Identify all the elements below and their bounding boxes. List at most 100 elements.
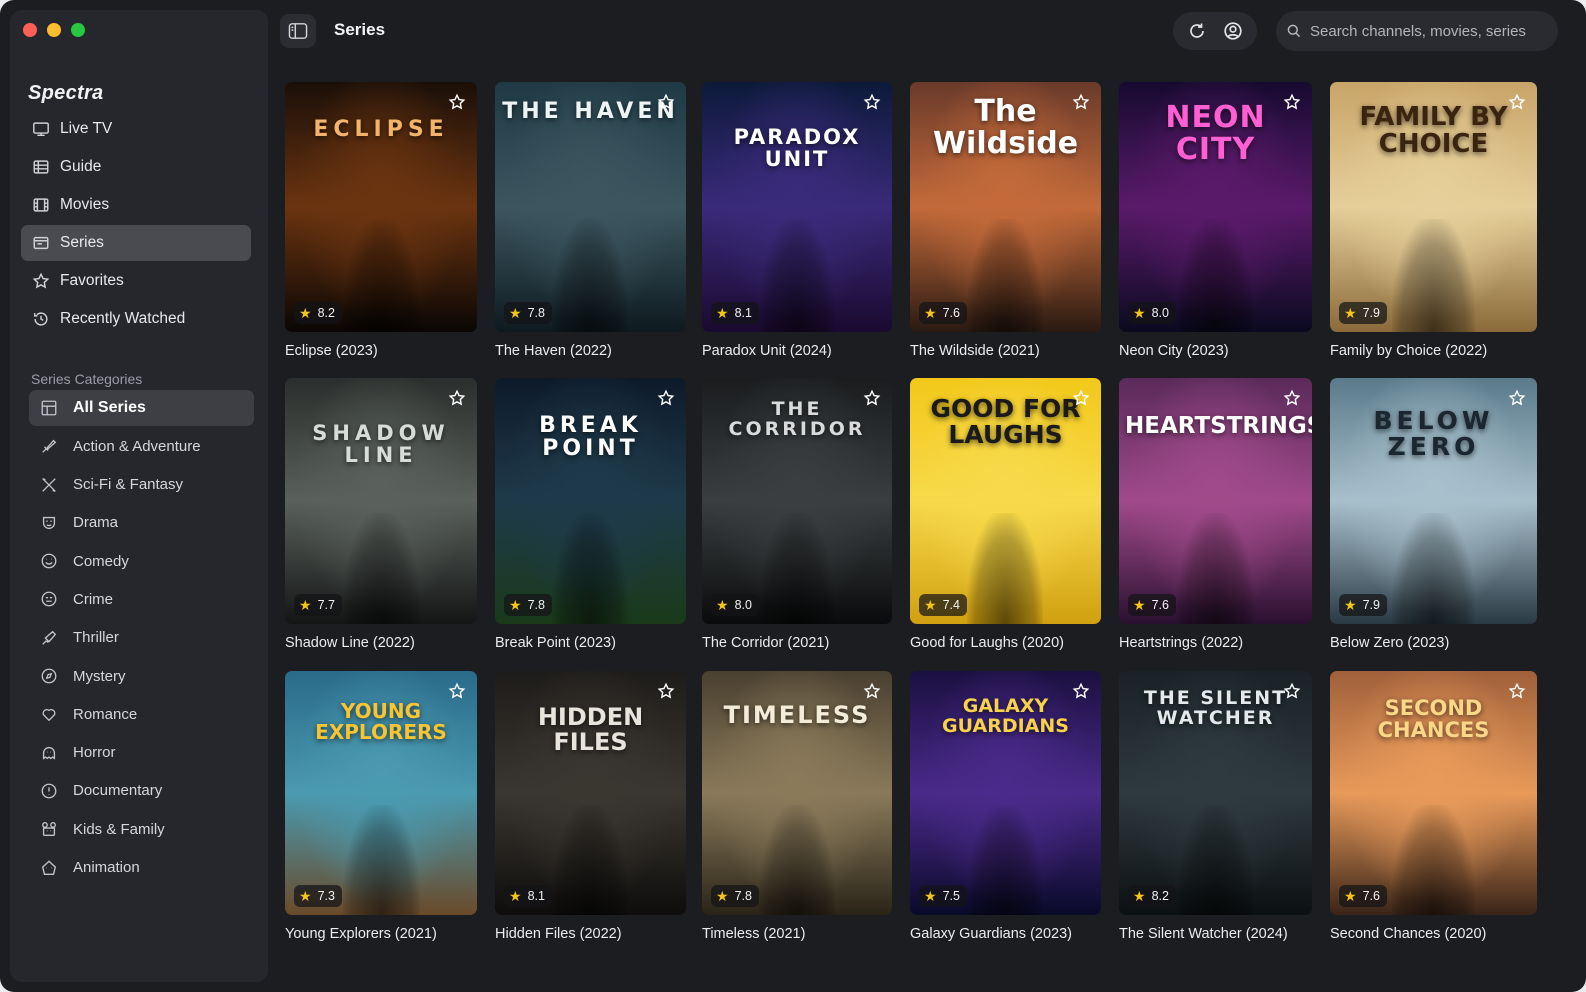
minimize-window-button[interactable] <box>47 23 61 37</box>
favorite-button[interactable] <box>447 92 467 112</box>
favorite-button[interactable] <box>862 388 882 408</box>
rating-star-icon: ★ <box>1133 304 1146 321</box>
rating-star-icon: ★ <box>1344 304 1357 321</box>
close-window-button[interactable] <box>23 23 37 37</box>
favorite-button[interactable] <box>1071 681 1091 701</box>
series-title[interactable]: Good for Laughs (2020) <box>910 635 1064 651</box>
favorite-button[interactable] <box>447 388 467 408</box>
poster-image[interactable]: ECLIPSE ★ 8.2 <box>285 82 477 332</box>
refresh-button[interactable] <box>1183 17 1211 45</box>
category-crime[interactable]: Crime <box>29 581 254 617</box>
series-title[interactable]: The Haven (2022) <box>495 343 612 359</box>
category-comedy[interactable]: Comedy <box>29 543 254 579</box>
series-title[interactable]: Shadow Line (2022) <box>285 635 415 651</box>
category-mystery[interactable]: Mystery <box>29 658 254 694</box>
favorite-button[interactable] <box>862 681 882 701</box>
poster-image[interactable]: SHADOW LINE ★ 7.7 <box>285 378 477 624</box>
poster-image[interactable]: BELOW ZERO ★ 7.9 <box>1330 378 1537 624</box>
sidebar-item-live-tv[interactable]: Live TV <box>21 111 251 147</box>
poster-artwork <box>967 219 1043 332</box>
zoom-window-button[interactable] <box>71 23 85 37</box>
rating-badge: ★ 8.0 <box>1128 302 1176 324</box>
series-title[interactable]: The Silent Watcher (2024) <box>1119 926 1288 942</box>
category-thriller[interactable]: Thriller <box>29 620 254 656</box>
poster-image[interactable]: FAMILY BY CHOICE ★ 7.9 <box>1330 82 1537 332</box>
animation-icon <box>39 858 59 878</box>
sidebar-item-label: Recently Watched <box>60 310 186 327</box>
favorite-button[interactable] <box>656 388 676 408</box>
poster-image[interactable]: GALAXY GUARDIANS ★ 7.5 <box>910 671 1101 915</box>
series-title[interactable]: Young Explorers (2021) <box>285 926 437 942</box>
series-title[interactable]: Hidden Files (2022) <box>495 926 622 942</box>
poster-image[interactable]: TIMELESS ★ 7.8 <box>702 671 892 915</box>
series-title[interactable]: Below Zero (2023) <box>1330 635 1449 651</box>
series-title[interactable]: Heartstrings (2022) <box>1119 635 1243 651</box>
poster-image[interactable]: YOUNG EXPLORERS ★ 7.3 <box>285 671 477 915</box>
poster-image[interactable]: The Wildside ★ 7.6 <box>910 82 1101 332</box>
poster-image[interactable]: THE HAVEN ★ 7.8 <box>495 82 686 332</box>
favorite-button[interactable] <box>1507 388 1527 408</box>
series-title[interactable]: Family by Choice (2022) <box>1330 343 1487 359</box>
comedy-icon <box>39 551 59 571</box>
poster-image[interactable]: THE CORRIDOR ★ 8.0 <box>702 378 892 624</box>
poster-title: FAMILY BY CHOICE <box>1359 102 1508 160</box>
search-icon <box>1287 24 1301 38</box>
rating-star-icon: ★ <box>1344 596 1357 613</box>
category-drama[interactable]: Drama <box>29 505 254 541</box>
poster-image[interactable]: PARADOX UNIT ★ 8.1 <box>702 82 892 332</box>
series-title[interactable]: Eclipse (2023) <box>285 343 378 359</box>
rating-badge: ★ 7.3 <box>294 885 342 907</box>
favorite-button[interactable] <box>656 681 676 701</box>
sidebar-item-guide[interactable]: Guide <box>21 149 251 185</box>
favorite-button[interactable] <box>862 92 882 112</box>
series-title[interactable]: Timeless (2021) <box>702 926 805 942</box>
category-kids-family[interactable]: Kids & Family <box>29 811 254 847</box>
series-title[interactable]: Galaxy Guardians (2023) <box>910 926 1072 942</box>
sidebar-item-recently-watched[interactable]: Recently Watched <box>21 301 251 337</box>
poster-artwork <box>343 219 420 332</box>
favorite-button[interactable] <box>1071 92 1091 112</box>
poster-artwork <box>552 513 628 624</box>
favorite-button[interactable] <box>1507 681 1527 701</box>
rating-star-icon: ★ <box>716 596 729 613</box>
sidebar-item-label: Movies <box>60 196 110 213</box>
favorite-button[interactable] <box>1282 681 1302 701</box>
profile-button[interactable] <box>1219 17 1247 45</box>
series-title[interactable]: The Wildside (2021) <box>910 343 1040 359</box>
poster-image[interactable]: HEARTSTRINGS ★ 7.6 <box>1119 378 1312 624</box>
sidebar-item-label: Series <box>60 234 104 251</box>
series-title[interactable]: Paradox Unit (2024) <box>702 343 832 359</box>
series-title[interactable]: Second Chances (2020) <box>1330 926 1486 942</box>
sidebar-item-movies[interactable]: Movies <box>21 187 251 223</box>
poster-image[interactable]: HIDDEN FILES ★ 8.1 <box>495 671 686 915</box>
rating-badge: ★ 7.7 <box>294 594 342 616</box>
favorite-button[interactable] <box>1507 92 1527 112</box>
poster-image[interactable]: SECOND CHANCES ★ 7.6 <box>1330 671 1537 915</box>
sidebar-toggle-button[interactable] <box>280 14 316 48</box>
favorite-button[interactable] <box>447 681 467 701</box>
poster-image[interactable]: THE SILENT WATCHER ★ 8.2 <box>1119 671 1312 915</box>
favorite-button[interactable] <box>656 92 676 112</box>
sidebar-item-favorites[interactable]: Favorites <box>21 263 251 299</box>
series-title[interactable]: Break Point (2023) <box>495 635 616 651</box>
series-title[interactable]: The Corridor (2021) <box>702 635 829 651</box>
category-horror[interactable]: Horror <box>29 735 254 771</box>
poster-image[interactable]: GOOD FOR LAUGHS ★ 7.4 <box>910 378 1101 624</box>
category-romance[interactable]: Romance <box>29 696 254 732</box>
category-all-series[interactable]: All Series <box>29 390 254 426</box>
category-scifi-fantasy[interactable]: Sci-Fi & Fantasy <box>29 467 254 503</box>
poster-artwork <box>1392 219 1475 332</box>
sidebar-item-series[interactable]: Series <box>21 225 251 261</box>
series-title[interactable]: Neon City (2023) <box>1119 343 1229 359</box>
favorite-button[interactable] <box>1071 388 1091 408</box>
category-documentary[interactable]: Documentary <box>29 773 254 809</box>
category-animation[interactable]: Animation <box>29 850 254 886</box>
favorite-button[interactable] <box>1282 92 1302 112</box>
search-input[interactable] <box>1310 22 1550 40</box>
favorite-button[interactable] <box>1282 388 1302 408</box>
poster-image[interactable]: BREAK POINT ★ 7.8 <box>495 378 686 624</box>
rating-badge: ★ 8.1 <box>711 302 759 324</box>
category-action-adventure[interactable]: Action & Adventure <box>29 428 254 464</box>
poster-artwork <box>343 805 420 915</box>
poster-image[interactable]: NEON CITY ★ 8.0 <box>1119 82 1312 332</box>
